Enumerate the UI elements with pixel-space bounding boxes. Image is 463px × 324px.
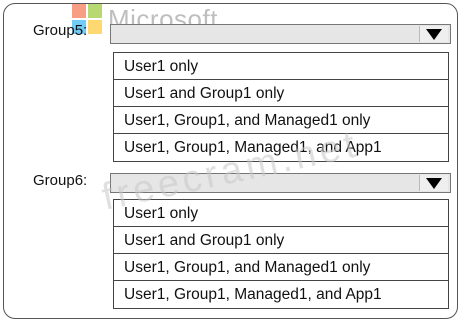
group6-label: Group6: xyxy=(33,172,88,189)
group5-option[interactable]: User1, Group1, Managed1, and App1 xyxy=(114,134,448,161)
group6-option[interactable]: User1 only xyxy=(114,200,448,227)
group6-option[interactable]: User1 and Group1 only xyxy=(114,227,448,254)
group6-dropdown[interactable] xyxy=(110,173,451,193)
group5-label: Group5: xyxy=(33,22,88,39)
group6-dropdown-toggle[interactable] xyxy=(419,175,448,191)
group5-option[interactable]: User1, Group1, and Managed1 only xyxy=(114,107,448,134)
group5-option[interactable]: User1 only xyxy=(114,53,448,80)
group5-option[interactable]: User1 and Group1 only xyxy=(114,80,448,107)
group6-option[interactable]: User1, Group1, and Managed1 only xyxy=(114,254,448,281)
group6-options-list: User1 only User1 and Group1 only User1, … xyxy=(113,199,449,309)
chevron-down-icon xyxy=(426,177,442,189)
group5-dropdown[interactable] xyxy=(110,24,451,44)
chevron-down-icon xyxy=(426,28,442,40)
group5-dropdown-toggle[interactable] xyxy=(419,26,448,42)
group6-option[interactable]: User1, Group1, Managed1, and App1 xyxy=(114,281,448,308)
group5-options-list: User1 only User1 and Group1 only User1, … xyxy=(113,52,449,162)
